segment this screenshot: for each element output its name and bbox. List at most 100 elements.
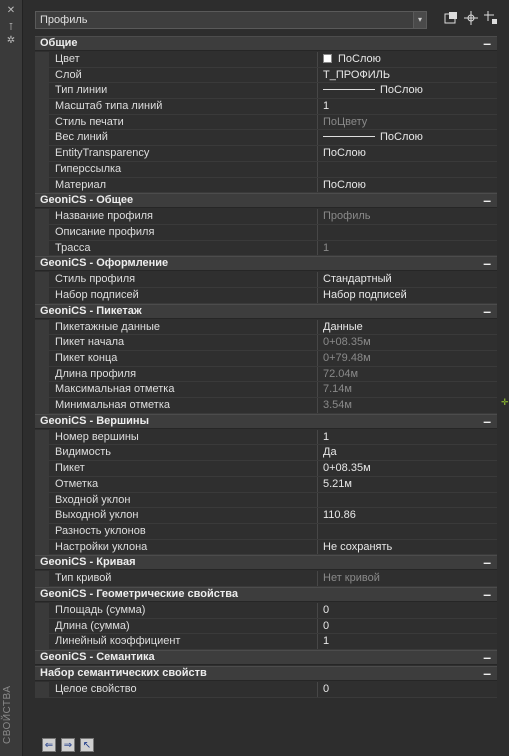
property-row[interactable]: Цвет ПоСлою — [35, 52, 497, 68]
property-row[interactable]: Пикетажные данные Данные — [35, 319, 497, 336]
property-row[interactable]: Гиперссылка — [35, 161, 497, 178]
property-row[interactable]: Пикет 0+08.35м — [35, 461, 497, 477]
property-value[interactable]: 1 — [323, 431, 493, 443]
property-value[interactable]: 110.86 — [323, 509, 493, 521]
property-row[interactable]: Входной уклон — [35, 492, 497, 509]
column-divider — [317, 618, 318, 634]
property-row[interactable]: Целое свойство 0 — [35, 682, 497, 698]
property-value[interactable]: ПоСлою — [323, 131, 493, 143]
property-row[interactable]: Максимальная отметка 7.14м — [35, 382, 497, 399]
collapse-icon[interactable]: – — [483, 255, 491, 271]
property-value: 72.04м — [323, 368, 493, 380]
section-header[interactable]: GeoniCS - Оформление – — [35, 255, 497, 272]
property-value[interactable]: 0 — [323, 683, 493, 695]
property-value[interactable]: Набор подписей — [323, 289, 493, 301]
property-row[interactable]: Длина (сумма) 0 — [35, 618, 497, 635]
property-row[interactable]: Тип кривой Нет кривой — [35, 571, 497, 587]
row-gutter — [35, 114, 49, 130]
property-row[interactable]: Пикет конца 0+79.48м — [35, 351, 497, 367]
property-value[interactable]: 0 — [323, 620, 493, 632]
property-name: Видимость — [55, 446, 111, 459]
property-row[interactable]: Материал ПоСлою — [35, 177, 497, 194]
column-divider — [317, 382, 318, 398]
property-row[interactable]: Минимальная отметка 3.54м — [35, 398, 497, 414]
quick-select-icon[interactable] — [462, 11, 480, 29]
object-type-select[interactable]: Профиль ▾ — [35, 11, 427, 29]
close-palette-button[interactable]: ✕ — [5, 5, 17, 17]
property-row[interactable]: Выходной уклон 110.86 — [35, 508, 497, 524]
property-row[interactable]: Набор подписей Набор подписей — [35, 287, 497, 304]
chevron-down-icon[interactable]: ▾ — [413, 12, 426, 28]
section-header[interactable]: GeoniCS - Кривая – — [35, 554, 497, 571]
property-row[interactable]: Слой Т_ПРОФИЛЬ — [35, 67, 497, 84]
property-row[interactable]: Настройки уклона Не сохранять — [35, 539, 497, 556]
auto-hide-button[interactable]: ⊺ — [5, 22, 17, 34]
section-header[interactable]: Набор семантических свойств – — [35, 665, 497, 681]
palette-side-strip: ✕ ⊺ ✲ СВОЙСТВА — [0, 0, 23, 756]
row-gutter — [35, 429, 49, 445]
property-value[interactable]: 5.21м — [323, 478, 493, 490]
collapse-icon[interactable]: – — [483, 586, 491, 602]
property-value[interactable]: ПоСлою — [323, 53, 493, 65]
collapse-icon[interactable]: – — [483, 665, 491, 681]
property-row[interactable]: Длина профиля 72.04м — [35, 366, 497, 383]
property-row[interactable]: Стиль печати ПоЦвету — [35, 114, 497, 131]
property-row[interactable]: Отметка 5.21м — [35, 476, 497, 493]
export-icon[interactable]: ⇒ — [61, 738, 75, 752]
property-value[interactable]: Да — [323, 446, 493, 458]
section-header[interactable]: GeoniCS - Вершины – — [35, 413, 497, 429]
pickadd-toggle-icon[interactable] — [482, 11, 500, 29]
property-row[interactable]: Разность уклонов — [35, 523, 497, 540]
property-value[interactable]: 1 — [323, 100, 493, 112]
column-divider — [317, 602, 318, 618]
property-row[interactable]: EntityTransparency ПоСлою — [35, 146, 497, 162]
property-row[interactable]: Тип линии ПоСлою — [35, 83, 497, 100]
section-header[interactable]: GeoniCS - Общее – — [35, 192, 497, 209]
property-name: Номер вершины — [55, 430, 139, 443]
property-value-text: Набор подписей — [323, 288, 407, 301]
select-objects-icon[interactable] — [442, 11, 460, 29]
collapse-icon[interactable]: – — [483, 649, 491, 665]
property-row[interactable]: Описание профиля — [35, 224, 497, 241]
section-header[interactable]: GeoniCS - Семантика – — [35, 649, 497, 665]
collapse-icon[interactable]: – — [483, 303, 491, 319]
palette-settings-button[interactable]: ✲ — [5, 35, 17, 47]
property-row[interactable]: Пикет начала 0+08.35м — [35, 335, 497, 351]
row-gutter — [35, 67, 49, 83]
pointer-icon[interactable]: ↖ — [80, 738, 94, 752]
collapse-icon[interactable]: – — [483, 192, 491, 208]
section-header[interactable]: Общие – — [35, 35, 497, 51]
import-icon[interactable]: ⇐ — [42, 738, 56, 752]
section-header[interactable]: GeoniCS - Геометрические свойства – — [35, 586, 497, 602]
column-divider — [317, 508, 318, 523]
property-row[interactable]: Вес линий ПоСлою — [35, 130, 497, 147]
property-value[interactable]: Данные — [323, 321, 493, 333]
property-value[interactable]: ПоСлою — [323, 179, 493, 191]
property-value[interactable]: 0+08.35м — [323, 462, 493, 474]
color-swatch-icon — [323, 54, 332, 63]
property-row[interactable]: Площадь (сумма) 0 — [35, 602, 497, 619]
property-row[interactable]: Номер вершины 1 — [35, 429, 497, 446]
property-value[interactable]: 0 — [323, 604, 493, 616]
property-value[interactable]: ПоСлою — [323, 84, 493, 96]
property-row[interactable]: Видимость Да — [35, 445, 497, 462]
property-row[interactable]: Масштаб типа линий 1 — [35, 99, 497, 115]
property-row[interactable]: Трасса 1 — [35, 240, 497, 257]
property-value[interactable]: ПоСлою — [323, 147, 493, 159]
section-header[interactable]: GeoniCS - Пикетаж – — [35, 303, 497, 319]
property-value[interactable]: Т_ПРОФИЛЬ — [323, 69, 493, 81]
property-value[interactable]: 1 — [323, 635, 493, 647]
property-row[interactable]: Линейный коэффициент 1 — [35, 634, 497, 650]
column-divider — [317, 146, 318, 161]
property-name: Стиль профиля — [55, 273, 136, 286]
collapse-icon[interactable]: – — [483, 554, 491, 570]
property-value[interactable]: Стандартный — [323, 273, 493, 285]
property-value-text: ПоСлою — [323, 147, 366, 160]
collapse-icon[interactable]: – — [483, 413, 491, 429]
property-row[interactable]: Стиль профиля Стандартный — [35, 272, 497, 288]
property-value[interactable]: Не сохранять — [323, 541, 493, 553]
property-value: 0+08.35м — [323, 336, 493, 348]
property-row[interactable]: Название профиля Профиль — [35, 209, 497, 225]
collapse-icon[interactable]: – — [483, 35, 491, 51]
property-name: Входной уклон — [55, 493, 131, 506]
